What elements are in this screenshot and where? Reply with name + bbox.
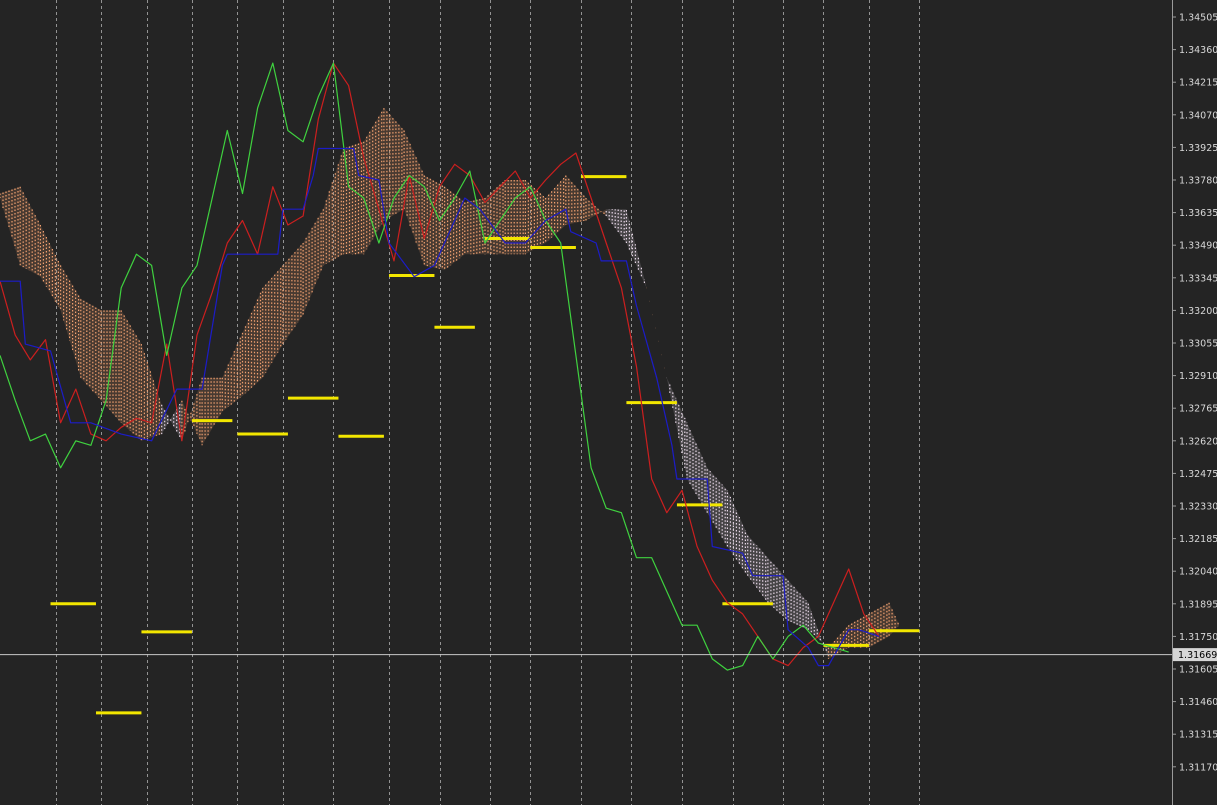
y-tick-label: 1.34070 — [1179, 110, 1217, 121]
y-tick-label: 1.31460 — [1179, 697, 1217, 708]
y-tick-label: 1.33200 — [1179, 306, 1217, 317]
y-tick-label: 1.33490 — [1179, 241, 1217, 252]
y-tick-label: 1.31605 — [1179, 665, 1217, 676]
y-tick-label: 1.31895 — [1179, 599, 1217, 610]
y-tick-label: 1.32620 — [1179, 436, 1217, 447]
y-tick-label: 1.31750 — [1179, 632, 1217, 643]
current-price-label: 1.31669 — [1178, 650, 1217, 661]
y-tick-label: 1.33925 — [1179, 143, 1217, 154]
y-tick-label: 1.31315 — [1179, 730, 1217, 741]
y-tick-label: 1.33635 — [1179, 208, 1217, 219]
y-tick-label: 1.34360 — [1179, 45, 1217, 56]
y-tick-label: 1.33780 — [1179, 176, 1217, 187]
y-tick-label: 1.34505 — [1179, 13, 1217, 24]
y-tick-label: 1.32040 — [1179, 567, 1217, 578]
ichimoku-chart: 1.34505 1.34360 1.34215 1.34070 1.33925 1.337… — [0, 0, 1217, 805]
y-tick-label: 1.32185 — [1179, 534, 1217, 545]
y-tick-label: 1.32330 — [1179, 502, 1217, 513]
y-tick-label: 1.33345 — [1179, 273, 1217, 284]
y-tick-label: 1.34215 — [1179, 78, 1217, 89]
y-tick-label: 1.32475 — [1179, 469, 1217, 480]
y-tick-label: 1.33055 — [1179, 339, 1217, 350]
y-tick-label: 1.32910 — [1179, 371, 1217, 382]
y-tick-label: 1.32765 — [1179, 404, 1217, 415]
y-tick-label: 1.31170 — [1179, 762, 1217, 773]
